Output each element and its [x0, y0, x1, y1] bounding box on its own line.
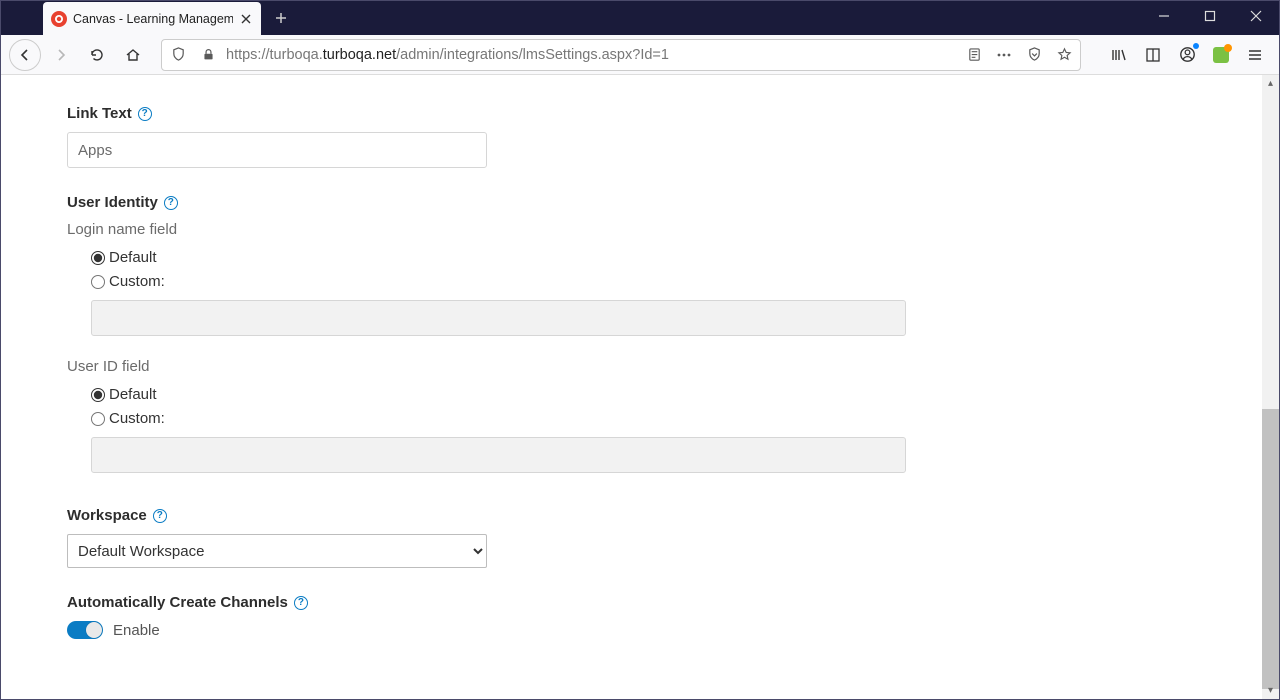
close-icon[interactable] [239, 12, 253, 26]
section-auto-channels: Automatically Create Channels ? Enable [67, 594, 1279, 639]
library-icon[interactable] [1103, 39, 1135, 71]
browser-titlebar: Canvas - Learning Managemen [1, 1, 1279, 35]
bookmark-icon[interactable] [1052, 43, 1076, 67]
auto-channels-toggle-label: Enable [113, 622, 160, 639]
scrollbar[interactable]: ▴ ▾ [1262, 75, 1279, 699]
page-viewport: Link Text ? User Identity ? Login name f… [1, 75, 1279, 699]
url-bar[interactable]: https://turboqa.turboqa.net/admin/integr… [161, 39, 1081, 71]
link-text-label: Link Text [67, 105, 132, 122]
help-icon[interactable]: ? [164, 196, 178, 210]
user-id-label: User ID field [67, 358, 1279, 375]
link-text-input[interactable] [67, 132, 487, 168]
section-link-text: Link Text ? [67, 105, 1279, 168]
browser-toolbar: https://turboqa.turboqa.net/admin/integr… [1, 35, 1279, 75]
back-button[interactable] [9, 39, 41, 71]
new-tab-button[interactable] [267, 4, 295, 32]
page-content: Link Text ? User Identity ? Login name f… [1, 75, 1279, 699]
help-icon[interactable]: ? [294, 596, 308, 610]
workspace-label: Workspace [67, 507, 147, 524]
url-text: https://turboqa.turboqa.net/admin/integr… [226, 47, 956, 63]
window-close-button[interactable] [1233, 1, 1279, 31]
workspace-select[interactable]: Default Workspace [67, 534, 487, 568]
user-id-custom-radio[interactable]: Custom: [91, 407, 1279, 431]
scroll-down-icon[interactable]: ▾ [1262, 682, 1279, 699]
section-workspace: Workspace ? Default Workspace [67, 507, 1279, 568]
sidebar-icon[interactable] [1137, 39, 1169, 71]
login-name-default-radio[interactable]: Default [91, 246, 1279, 270]
meatball-icon[interactable] [992, 43, 1016, 67]
tab-favicon [51, 11, 67, 27]
scrollbar-thumb[interactable] [1262, 409, 1279, 689]
user-id-custom-input [91, 437, 906, 473]
forward-button[interactable] [45, 39, 77, 71]
reader-icon[interactable] [962, 43, 986, 67]
lock-icon[interactable] [196, 43, 220, 67]
account-icon[interactable] [1171, 39, 1203, 71]
user-id-default-radio[interactable]: Default [91, 383, 1279, 407]
auto-channels-label: Automatically Create Channels [67, 594, 288, 611]
shield-icon[interactable] [166, 43, 190, 67]
reload-button[interactable] [81, 39, 113, 71]
minimize-button[interactable] [1141, 1, 1187, 31]
pocket-icon[interactable] [1022, 43, 1046, 67]
login-name-custom-radio[interactable]: Custom: [91, 270, 1279, 294]
extension-icon[interactable] [1205, 39, 1237, 71]
hamburger-menu-icon[interactable] [1239, 39, 1271, 71]
browser-tab[interactable]: Canvas - Learning Managemen [43, 2, 261, 35]
section-user-identity: User Identity ? Login name field Default… [67, 194, 1279, 473]
maximize-button[interactable] [1187, 1, 1233, 31]
home-button[interactable] [117, 39, 149, 71]
help-icon[interactable]: ? [138, 107, 152, 121]
user-identity-label: User Identity [67, 194, 158, 211]
scroll-up-icon[interactable]: ▴ [1262, 75, 1279, 92]
login-name-label: Login name field [67, 221, 1279, 238]
help-icon[interactable]: ? [153, 509, 167, 523]
tab-title: Canvas - Learning Managemen [73, 12, 233, 26]
login-name-custom-input [91, 300, 906, 336]
window-controls [1141, 1, 1279, 35]
auto-channels-toggle[interactable] [67, 621, 103, 639]
